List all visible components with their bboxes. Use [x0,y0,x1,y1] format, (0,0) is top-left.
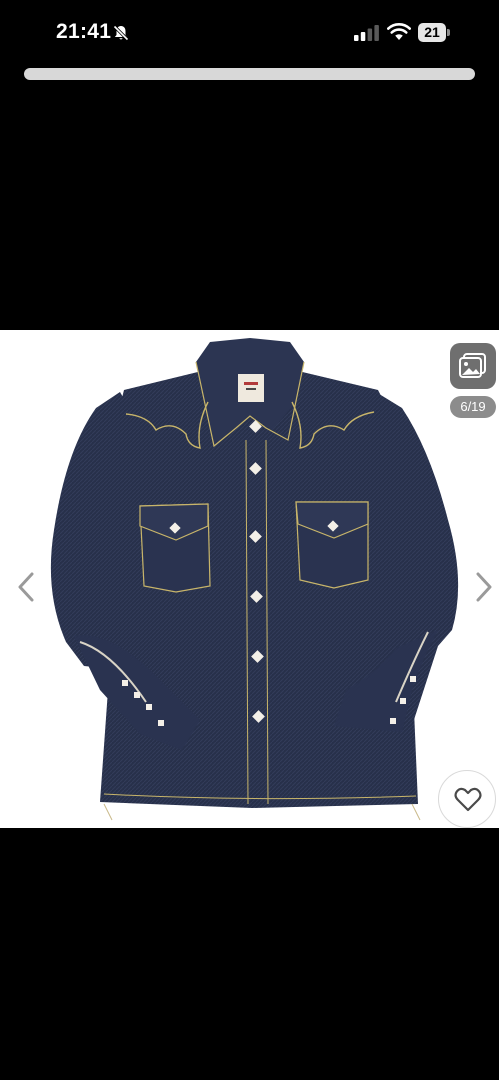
sheet-handle[interactable] [24,68,475,80]
gallery-button[interactable] [450,343,496,389]
status-time: 21:41 [56,20,112,43]
wifi-icon [387,23,411,40]
like-button[interactable] [438,770,496,828]
heart-icon [454,787,482,812]
image-counter: 6/19 [450,396,496,418]
status-bar: 21:41 21 [0,0,499,66]
battery-cap [447,29,450,36]
chevron-left-icon[interactable] [14,570,38,604]
battery-icon: 21 [418,23,450,42]
product-image [50,338,459,821]
image-viewer[interactable]: 6/19 [0,330,499,828]
chevron-right-icon[interactable] [472,570,496,604]
bell-slash-icon [113,25,129,41]
gallery-icon [459,353,486,378]
battery-level: 21 [418,23,446,42]
signal-icon [354,25,379,41]
